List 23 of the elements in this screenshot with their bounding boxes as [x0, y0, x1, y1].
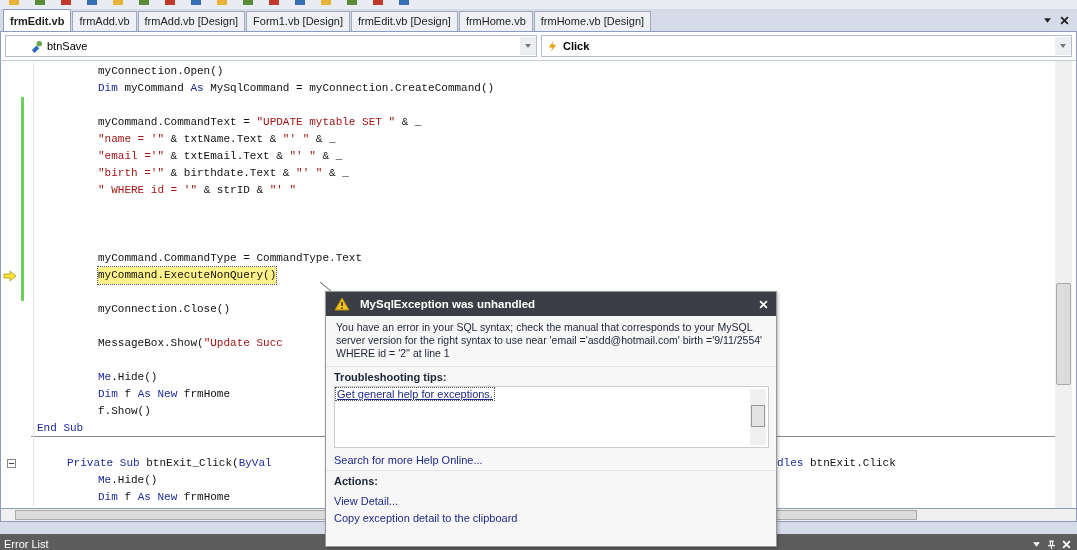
code-line: "email ='" & txtEmail.Text & "' " & _ — [98, 149, 343, 164]
code-line: Me.Hide() — [98, 473, 158, 488]
code-line: Me.Hide() — [98, 370, 158, 385]
code-line: myConnection.Close() — [98, 302, 231, 317]
code-line: Private Sub btnExit_Click(ByVal — [67, 456, 272, 471]
code-line: Dim f As New frmHome — [98, 387, 231, 402]
code-line: myCommand.CommandText = "UPDATE mytable SET " & _ — [98, 115, 422, 130]
section-heading: Troubleshooting tips: — [334, 371, 448, 383]
code-line: Dim f As New frmHome — [98, 490, 231, 505]
panel-title: Error List — [4, 538, 50, 550]
code-line: " WHERE id = '" & strID & "' " — [98, 183, 297, 198]
code-line: f.Show() — [98, 404, 151, 419]
code-line: End Sub — [37, 421, 84, 436]
code-line: Dim myCommand As MySqlCommand = myConnection.CreateCommand() — [98, 81, 495, 96]
section-heading: Actions: — [334, 475, 379, 487]
popup-title: MySqlException was unhandled — [360, 298, 537, 310]
error-message: You have an error in your SQL syntax; check the manual that corresponds to your MySQL server version for the right syntax to use near 'email ='asdd@hotmail.com' birth ='9/11/2554' WHERE id = '2'' at line 1 — [326, 316, 776, 367]
code-line: MessageBox.Show("Update Succ — [98, 336, 283, 351]
code-line: myCommand.CommandType = CommandType.Text — [98, 251, 363, 266]
code-line: myConnection.Open() — [98, 64, 224, 79]
code-line: dles btnExit.Click — [777, 456, 896, 471]
code-line: "name = '" & txtName.Text & "' " & _ — [98, 132, 336, 147]
code-line: "birth ='" & birthdate.Text & "' " & _ — [98, 166, 349, 181]
